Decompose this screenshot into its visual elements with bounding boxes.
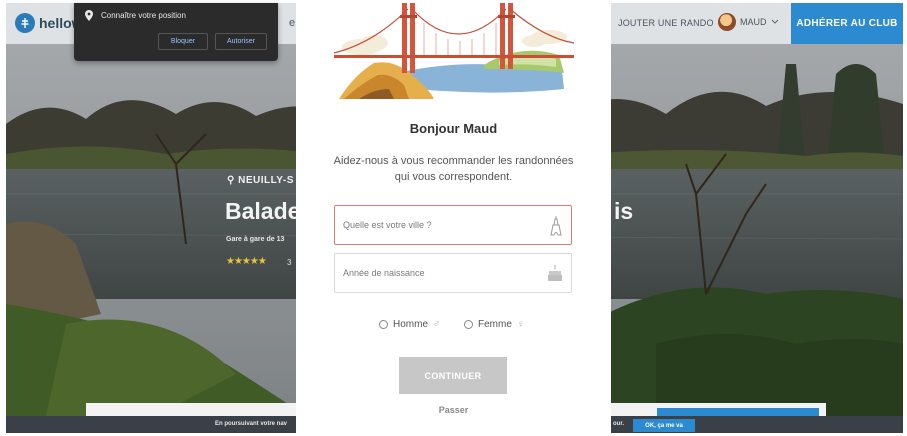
nav-add-rando-link[interactable]: JOUTER UNE RANDO xyxy=(618,18,714,28)
city-field[interactable] xyxy=(334,205,572,245)
helper-text-line1: Aidez-nous à vous recommander les randon… xyxy=(333,155,574,167)
block-button[interactable]: Bloquer xyxy=(158,33,208,50)
male-symbol-icon: ♂ xyxy=(433,319,441,330)
permission-message: Connaître votre position xyxy=(101,11,186,20)
helper-text-line2: qui vous correspondent. xyxy=(394,171,513,183)
birthday-cake-icon xyxy=(548,265,562,281)
location-pin-icon xyxy=(85,10,93,21)
avatar xyxy=(718,13,736,31)
allow-button[interactable]: Autoriser xyxy=(215,33,267,50)
user-name: MAUD xyxy=(740,17,767,27)
rating-count: 3 xyxy=(287,258,292,267)
permission-message-row: Connaître votre position xyxy=(85,10,186,21)
birth-year-field[interactable] xyxy=(334,253,572,293)
male-radio[interactable] xyxy=(379,320,388,329)
gender-female-option[interactable]: Femme ♀ xyxy=(464,319,524,330)
walk-subtitle: Gare à gare de 13 xyxy=(226,236,285,243)
card-action-bar[interactable] xyxy=(657,408,819,416)
walk-title-left: Balade xyxy=(225,198,301,224)
female-radio[interactable] xyxy=(464,320,473,329)
cookie-accept-button[interactable]: OK, ça me va xyxy=(633,419,695,432)
female-label: Femme xyxy=(478,319,512,330)
rating-stars: ★★★★★ xyxy=(226,256,267,267)
golden-gate-illustration xyxy=(334,3,574,99)
onboarding-modal: Bonjour Maud Aidez-nous à vous recommand… xyxy=(296,3,611,436)
walk-title-right: is xyxy=(614,198,634,224)
helper-text: Aidez-nous à vous recommander les randon… xyxy=(326,153,581,185)
greeting-title: Bonjour Maud xyxy=(409,121,498,136)
chevron-down-icon xyxy=(771,19,778,24)
city-input[interactable] xyxy=(343,218,533,232)
skip-link[interactable]: Passer xyxy=(296,405,611,415)
site-logo[interactable]: hellow xyxy=(15,13,83,33)
male-label: Homme xyxy=(393,319,429,330)
cookie-text: En poursuivant votre nav xyxy=(215,421,288,427)
logo-icon xyxy=(15,13,35,33)
location-permission-popup: Connaître votre position Bloquer Autoris… xyxy=(74,3,278,61)
user-menu[interactable]: MAUD xyxy=(718,13,779,31)
eiffel-tower-icon xyxy=(550,216,562,236)
female-symbol-icon: ♀ xyxy=(516,319,525,330)
cookie-text-suffix: our. xyxy=(613,421,625,427)
location-label: ⚲ NEUILLY-S xyxy=(227,175,294,186)
continue-button[interactable]: CONTINUER xyxy=(399,357,507,394)
gender-male-option[interactable]: Homme ♂ xyxy=(379,319,441,330)
birth-year-input[interactable] xyxy=(343,266,533,280)
join-club-button[interactable]: ADHÉRER AU CLUB xyxy=(791,3,903,44)
